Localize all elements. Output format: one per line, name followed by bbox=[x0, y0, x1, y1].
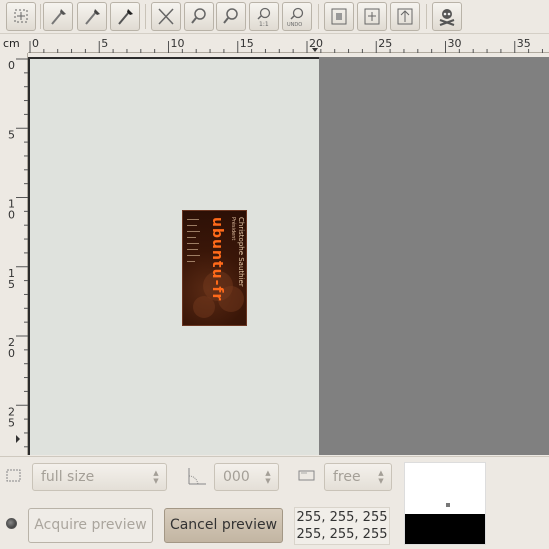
ruler-unit-label: cm bbox=[3, 37, 20, 50]
ruler-label: 30 bbox=[448, 37, 462, 50]
pixel-value-display: 255, 255, 255 255, 255, 255 bbox=[294, 507, 390, 545]
preview-radio-indicator[interactable] bbox=[6, 518, 17, 529]
pixel-value-top: 255, 255, 255 bbox=[296, 510, 388, 525]
chevron-updown-icon: ▲ ▼ bbox=[378, 469, 384, 485]
ruler-label: 5 bbox=[101, 37, 108, 50]
size-select-value: full size bbox=[41, 469, 95, 485]
autoraise-icon bbox=[397, 8, 413, 25]
ruler-label: 35 bbox=[517, 37, 531, 50]
ruler-label: 10 bbox=[171, 37, 185, 50]
chevron-updown-icon: ▲ ▼ bbox=[153, 469, 159, 485]
cancel-preview-button[interactable]: Cancel preview bbox=[164, 508, 283, 543]
card-role: Président bbox=[230, 217, 236, 241]
ruler-label: 0 bbox=[32, 37, 39, 50]
card-contact-lines bbox=[187, 219, 201, 299]
ruler-label: 5 bbox=[8, 278, 15, 291]
pick-black-point-button[interactable] bbox=[110, 2, 140, 31]
rotation-select[interactable]: 000 ▲ ▼ bbox=[214, 463, 279, 491]
autoselect-icon bbox=[364, 8, 380, 25]
autoselect-full-button[interactable] bbox=[324, 2, 354, 31]
zoom-reset-icon bbox=[158, 8, 174, 25]
eyedropper-black-icon bbox=[118, 9, 133, 25]
zoom-in-button[interactable] bbox=[184, 2, 214, 31]
pick-white-point-button[interactable] bbox=[43, 2, 73, 31]
ruler-label: 5 bbox=[8, 128, 15, 141]
autoraise-button[interactable] bbox=[390, 2, 420, 31]
zoom-out-full-button[interactable] bbox=[151, 2, 181, 31]
zoom-1-1-button[interactable]: 1:1 bbox=[249, 2, 279, 31]
ratio-select-value: free bbox=[333, 469, 361, 485]
ruler-label: 0 bbox=[8, 59, 15, 72]
select-area-tool-button[interactable] bbox=[6, 2, 36, 31]
eyedropper-gray-icon bbox=[85, 9, 100, 25]
zoom-undo-button[interactable]: UNDO bbox=[282, 2, 312, 31]
card-brand: ubuntu-fr bbox=[209, 217, 225, 302]
eyedropper-white-icon bbox=[51, 9, 66, 25]
preview-black-bar bbox=[405, 514, 485, 544]
ruler-position-marker bbox=[16, 435, 20, 443]
zoom-undo-icon: UNDO bbox=[287, 7, 304, 27]
ruler-position-marker bbox=[312, 48, 318, 52]
ruler-label: 25 bbox=[378, 37, 392, 50]
color-preview-swatch bbox=[404, 462, 486, 545]
preview-canvas[interactable]: Christophe Sauthier Président ubuntu-fr bbox=[28, 57, 549, 455]
toolbar: 1:1 UNDO bbox=[0, 0, 549, 34]
zoom-1-1-icon: 1:1 bbox=[257, 7, 271, 27]
vertical-ruler: 0510152025 bbox=[0, 53, 28, 455]
horizontal-ruler: 0 5 10 15 20 25 30 35 bbox=[28, 35, 549, 53]
preview-dot bbox=[446, 503, 450, 507]
card-name: Christophe Sauthier bbox=[237, 217, 245, 287]
svg-text:1:1: 1:1 bbox=[259, 21, 269, 27]
rotation-select-value: 000 bbox=[223, 469, 250, 485]
zoom-in-icon bbox=[191, 8, 206, 24]
acquire-preview-button[interactable]: Acquire preview bbox=[28, 508, 153, 543]
card-text: Christophe Sauthier Président ubuntu-fr bbox=[209, 217, 245, 325]
zoom-out-icon bbox=[223, 8, 238, 24]
autoselect-full-icon bbox=[331, 8, 347, 25]
business-card-image: Christophe Sauthier Président ubuntu-fr bbox=[182, 210, 247, 326]
ruler-label: 0 bbox=[8, 209, 15, 222]
ruler-label: 0 bbox=[8, 347, 15, 360]
ratio-select[interactable]: free ▲ ▼ bbox=[324, 463, 392, 491]
ruler-label: 15 bbox=[240, 37, 254, 50]
zoom-out-button[interactable] bbox=[216, 2, 246, 31]
autoselect-button[interactable] bbox=[357, 2, 387, 31]
skull-icon bbox=[439, 9, 455, 26]
size-select[interactable]: full size ▲ ▼ bbox=[32, 463, 167, 491]
ratio-icon bbox=[298, 470, 315, 481]
rotation-icon bbox=[188, 468, 206, 485]
pick-gray-point-button[interactable] bbox=[77, 2, 107, 31]
size-icon bbox=[6, 469, 21, 482]
delete-images-button[interactable] bbox=[432, 2, 462, 31]
ruler-label: 5 bbox=[8, 416, 15, 429]
chevron-updown-icon: ▲ ▼ bbox=[265, 469, 271, 485]
scanned-page[interactable]: Christophe Sauthier Président ubuntu-fr bbox=[28, 57, 319, 455]
pixel-value-bottom: 255, 255, 255 bbox=[296, 527, 388, 542]
svg-text:UNDO: UNDO bbox=[287, 22, 302, 27]
select-area-icon bbox=[14, 9, 28, 23]
